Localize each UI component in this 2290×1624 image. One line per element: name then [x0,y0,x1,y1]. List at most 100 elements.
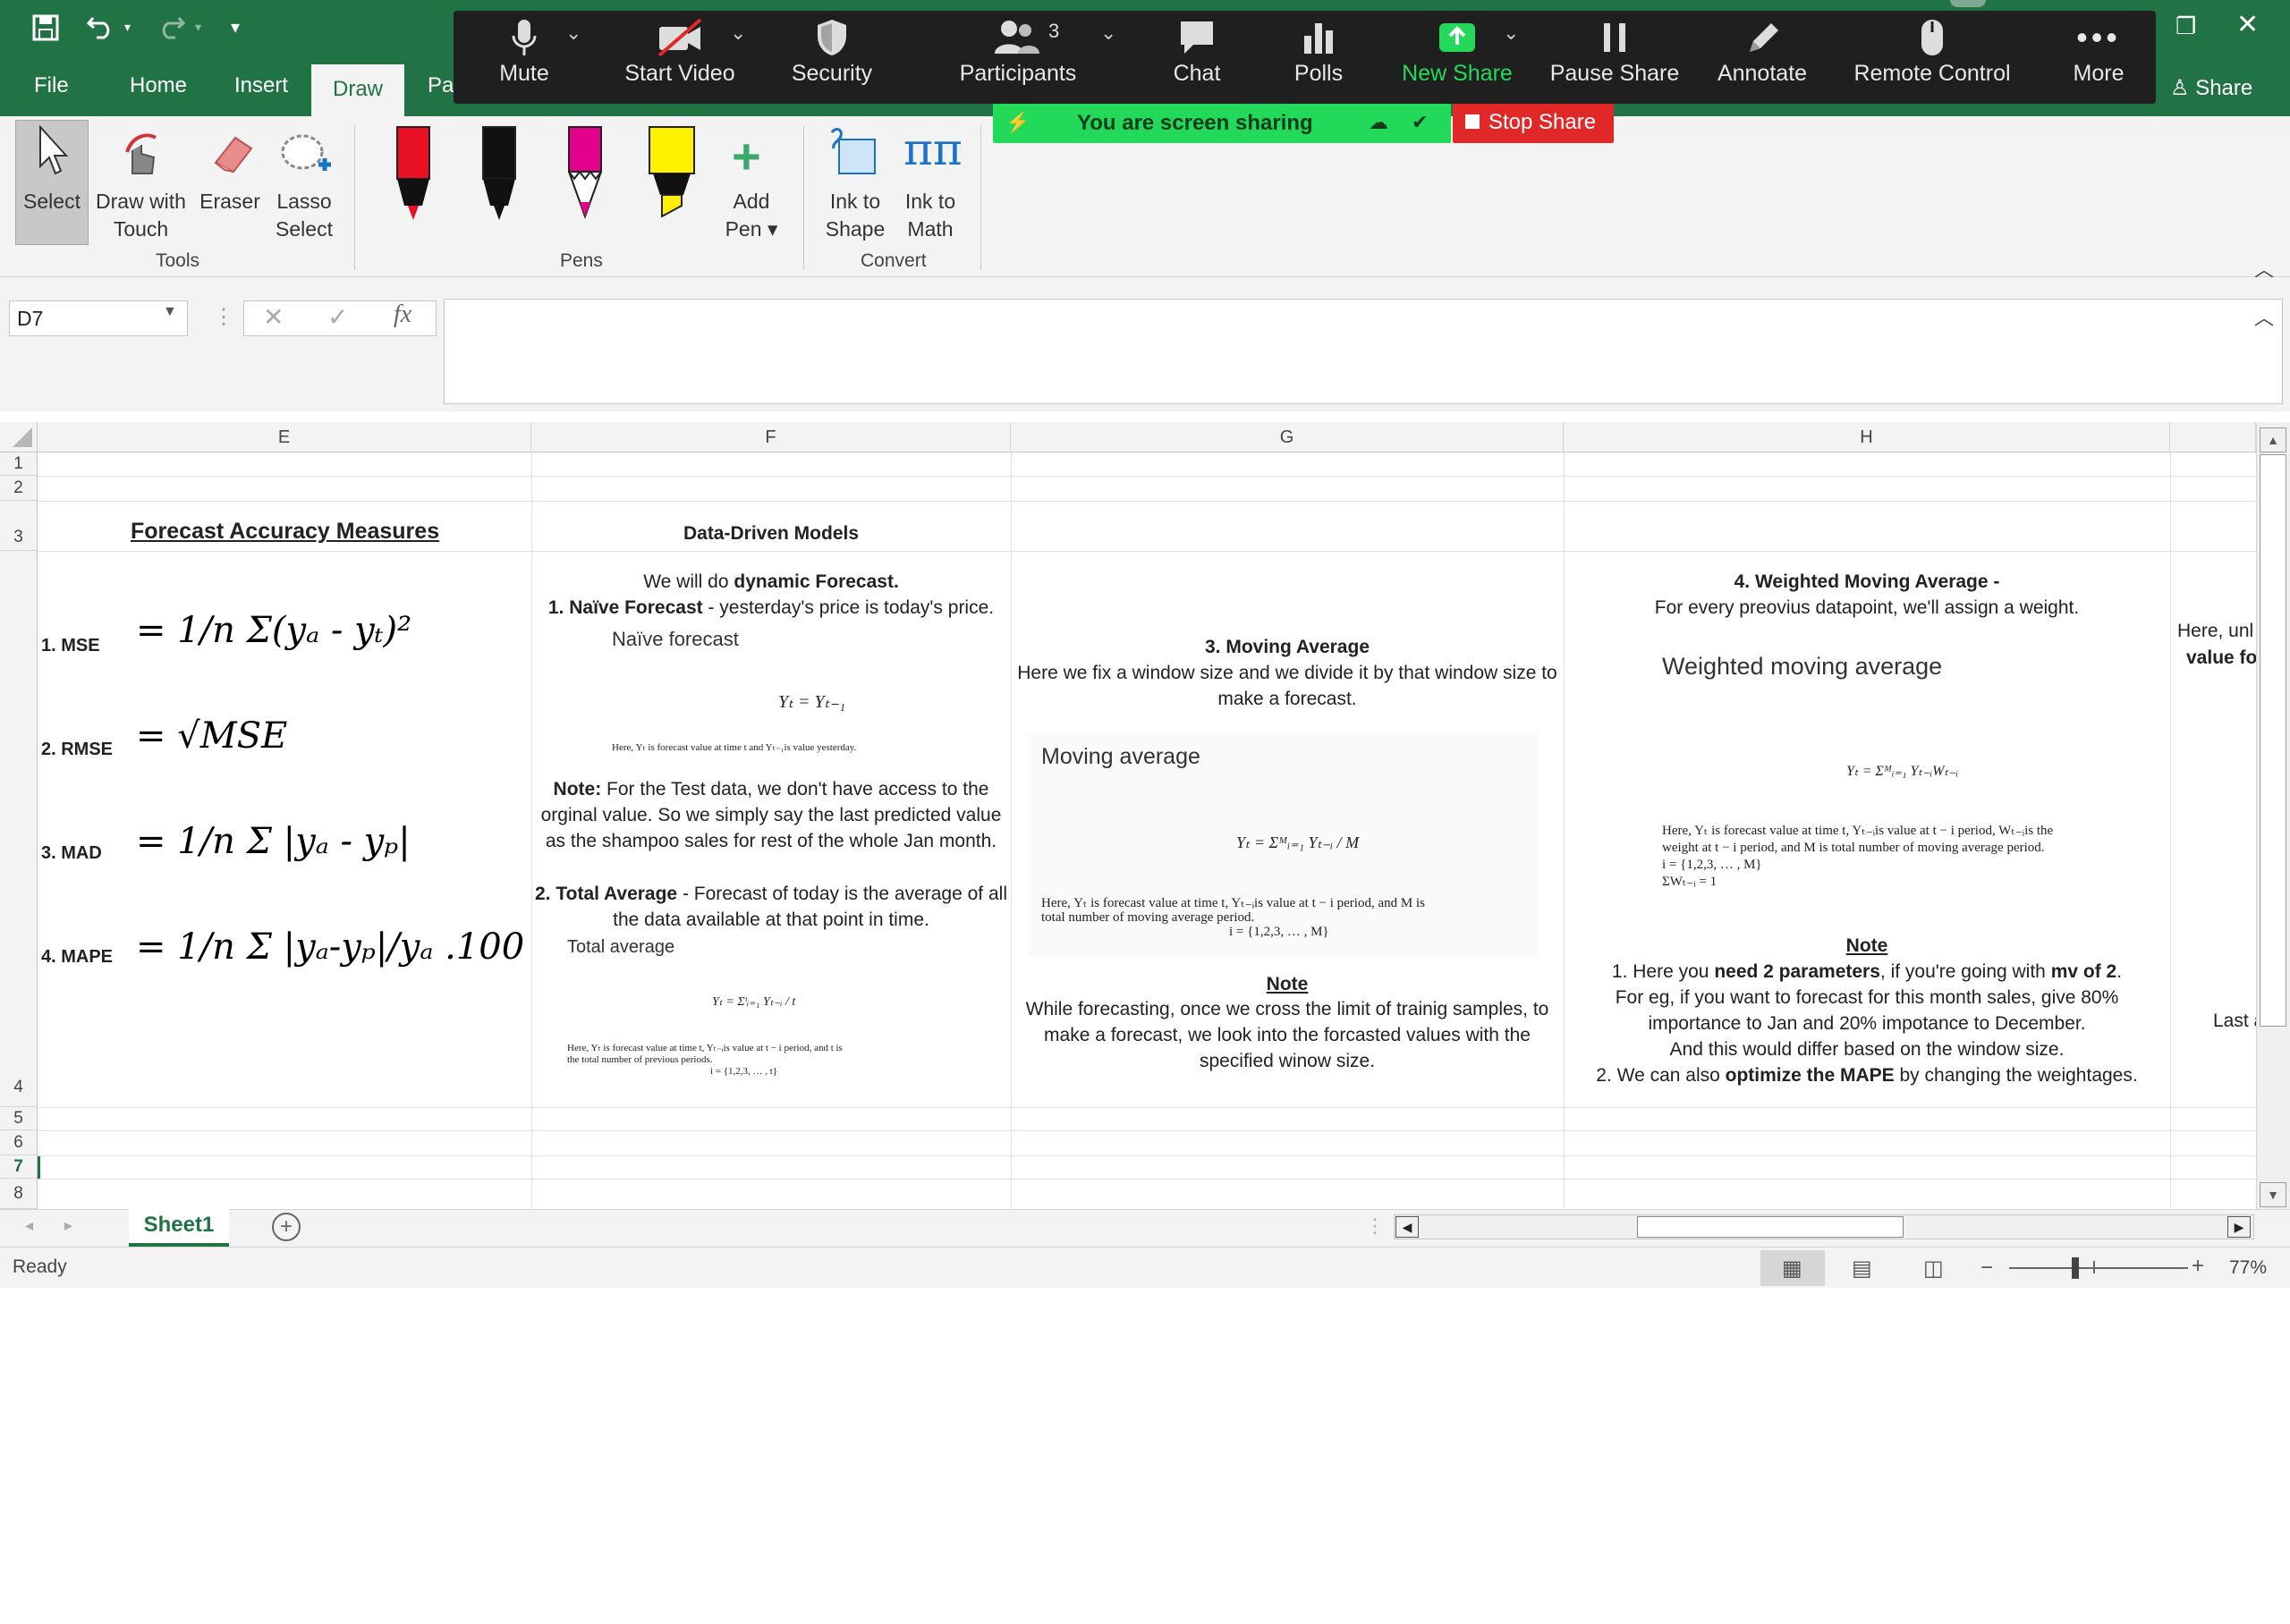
horizontal-scroll-thumb[interactable] [1637,1216,1904,1238]
enter-icon[interactable]: ✓ [327,302,348,332]
h-note-body: 1. Here you need 2 parameters, if you're… [1564,959,2170,1088]
column-header-g[interactable]: G [1011,422,1564,453]
row-header-5[interactable]: 5 [0,1107,38,1130]
zoom-out-icon[interactable]: − [1980,1256,1993,1281]
participants-options-icon[interactable]: ⌄ [1100,21,1116,45]
tab-home[interactable]: Home [130,73,187,98]
column-header-h[interactable]: H [1564,422,2170,453]
column-header-i[interactable] [2170,422,2256,453]
restore-window-icon[interactable]: ❐ [2176,13,2196,40]
share-button[interactable]: ♙ Share [2170,75,2252,101]
zoom-in-icon[interactable]: + [2192,1254,2204,1279]
draw-with-touch-icon[interactable] [116,125,165,183]
chat-button[interactable]: Chat [1154,0,1240,93]
mute-button[interactable]: Mute [472,0,576,93]
redo-icon[interactable] [156,13,186,47]
scroll-right-icon[interactable]: ▶ [2227,1216,2251,1238]
tab-file[interactable]: File [34,73,69,98]
sheet-prev-icon[interactable]: ◂ [25,1216,33,1235]
tab-split-handle[interactable]: ⋮ [1365,1214,1385,1238]
new-share-label: New Share [1402,61,1513,86]
ink-to-shape-label[interactable]: Ink to Shape [818,188,893,243]
security-button[interactable]: Security [778,0,886,93]
mute-options-icon[interactable]: ⌄ [565,21,581,45]
eraser-icon[interactable] [208,131,257,180]
select-all-corner[interactable] [0,422,38,453]
save-icon[interactable] [32,14,59,48]
cursor-icon [38,124,69,180]
undo-icon[interactable] [86,13,116,47]
video-options-icon[interactable]: ⌄ [730,21,746,45]
eraser-label[interactable]: Eraser [192,188,267,216]
insert-function-icon[interactable]: fx [394,300,411,329]
f-note-line3: as the shampoo sales for rest of the who… [545,831,997,851]
tab-page-layout[interactable]: Pa [428,73,454,98]
yellow-highlighter-icon[interactable] [648,125,696,228]
moving-average-title: 3. Moving Average [1205,637,1370,657]
moving-average-note-small: Here, Yₜ is forecast value at time t, Yₜ… [1041,896,1425,939]
page-break-view-icon[interactable]: ◫ [1923,1256,1944,1281]
sheet-tab-sheet1[interactable]: Sheet1 [129,1209,229,1247]
cancel-icon[interactable]: ✕ [263,302,284,332]
h-note-1c: , if you're going with [1879,961,2051,982]
name-box-dropdown-icon[interactable]: ▼ [163,304,177,320]
name-box[interactable]: D7 [9,300,188,336]
sheet-next-icon[interactable]: ▸ [64,1216,72,1235]
add-pen-icon[interactable]: + [732,131,761,182]
g-note-body: While forecasting, once we cross the lim… [1011,996,1564,1074]
undo-dropdown-icon[interactable]: ▾ [124,20,131,35]
row-header-8[interactable]: 8 [0,1179,38,1209]
ink-to-math-label[interactable]: Ink to Math [893,188,968,243]
column-header-f[interactable]: F [531,422,1011,453]
pink-pencil-icon[interactable] [565,125,605,228]
scroll-left-icon[interactable]: ◀ [1395,1216,1419,1238]
tab-insert[interactable]: Insert [234,73,288,98]
zoom-slider-thumb[interactable] [2072,1257,2079,1279]
gridline [2170,453,2171,1209]
more-button[interactable]: ••• More [2054,0,2143,93]
weighted-ma-title: 4. Weighted Moving Average - [1734,571,2000,592]
vertical-scroll-thumb[interactable] [2260,454,2286,1027]
row-header-1[interactable]: 1 [0,453,38,476]
zoom-level[interactable]: 77% [2229,1257,2267,1279]
lasso-select-icon[interactable] [277,129,336,189]
ink-to-math-icon[interactable]: ππ [903,123,963,175]
remote-control-button[interactable]: Remote Control [1850,0,2014,93]
redo-dropdown-icon[interactable]: ▾ [195,20,201,35]
page-layout-view-icon[interactable]: ▤ [1852,1256,1872,1281]
share-options-icon[interactable]: ⌄ [1503,21,1519,45]
add-sheet-icon[interactable]: + [272,1213,301,1241]
lasso-select-label[interactable]: Lasso Select [267,188,342,243]
close-window-icon[interactable]: ✕ [2236,9,2259,40]
annotate-button[interactable]: Annotate [1707,0,1818,93]
collapse-formula-bar-icon[interactable]: ︿ [2254,302,2274,331]
tab-draw[interactable]: Draw [311,64,405,116]
row-header-6[interactable]: 6 [0,1130,38,1155]
polls-button[interactable]: Polls [1276,0,1361,93]
add-pen-label[interactable]: Add Pen ▾ [716,188,787,243]
row-header-2[interactable]: 2 [0,476,38,501]
mute-label: Mute [499,61,549,86]
draw-with-touch-label[interactable]: Draw with Touch [89,188,192,243]
black-pen-icon[interactable] [479,125,519,228]
column-header-e[interactable]: E [38,422,531,453]
remote-control-label: Remote Control [1853,61,2011,86]
scroll-up-icon[interactable]: ▲ [2260,427,2286,453]
zoom-slider[interactable] [2009,1267,2188,1269]
row-header-4[interactable]: 4 [0,551,38,1107]
start-video-button[interactable]: Start Video [608,0,751,93]
participants-button[interactable]: Participants [955,0,1081,93]
customize-qat-icon[interactable]: ▾ [231,16,240,38]
scroll-down-icon[interactable]: ▼ [2260,1182,2286,1207]
pause-share-button[interactable]: Pause Share [1548,0,1682,93]
row-header-3[interactable]: 3 [0,501,38,551]
formula-input[interactable] [444,299,2283,404]
mouse-icon [1850,18,2014,65]
new-share-button[interactable]: New Share [1395,0,1519,93]
ribbon-separator [980,125,981,270]
ink-to-shape-icon[interactable] [828,125,882,185]
participants-count: 3 [1048,20,1060,42]
red-pen-icon[interactable] [394,125,433,228]
lasso-line1: Lasso [276,190,332,213]
row-header-7[interactable]: 7 [0,1155,38,1179]
